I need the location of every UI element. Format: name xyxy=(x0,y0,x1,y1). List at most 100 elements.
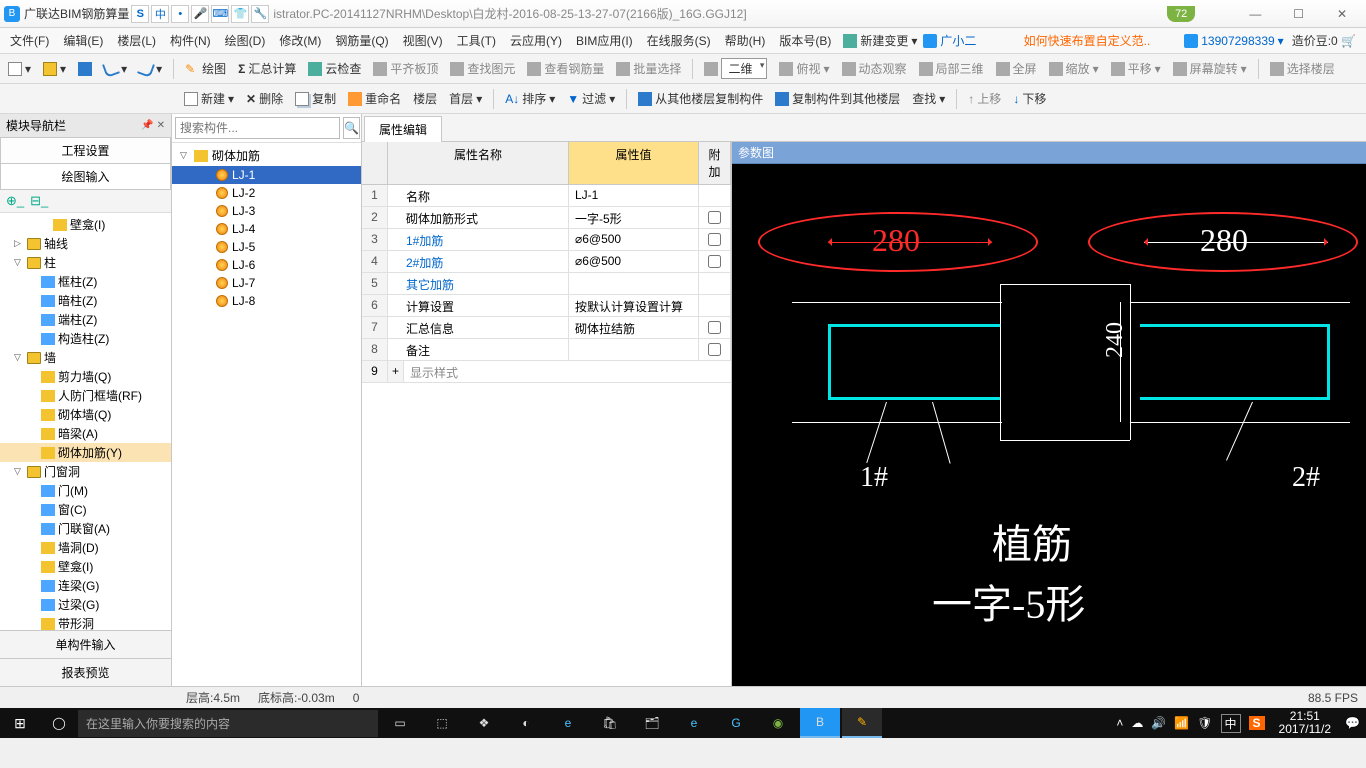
nav-tree-item[interactable]: 暗梁(A) xyxy=(0,424,171,443)
menu-draw[interactable]: 绘图(D) xyxy=(219,29,272,52)
move-up-button[interactable]: ↑ 上移 xyxy=(964,88,1005,109)
comp-tree-item[interactable]: LJ-5 xyxy=(172,238,361,256)
menu-cloud[interactable]: 云应用(Y) xyxy=(504,29,568,52)
fullscreen-button[interactable]: 全屏 xyxy=(992,58,1041,79)
redo-button[interactable]: ▾ xyxy=(135,60,166,78)
prop-add-checkbox[interactable] xyxy=(708,211,721,224)
open-file-button[interactable]: ▾ xyxy=(39,60,70,78)
comp-tree-item[interactable]: LJ-3 xyxy=(172,202,361,220)
nav-tree-item[interactable]: ▷轴线 xyxy=(0,234,171,253)
prop-add-checkbox[interactable] xyxy=(708,255,721,268)
comp-tree-root[interactable]: ▽砌体加筋 xyxy=(172,145,361,166)
nav-tree-item[interactable]: 连梁(G) xyxy=(0,576,171,595)
taskbar-store-icon[interactable]: 🛍 xyxy=(590,708,630,738)
nav-tree-item[interactable]: 带形洞 xyxy=(0,614,171,630)
start-button[interactable]: ⊞ xyxy=(0,715,40,732)
floor-first-dropdown[interactable]: 首层 ▾ xyxy=(445,88,486,109)
tray-shield-icon[interactable]: 🛡 xyxy=(1197,716,1212,730)
property-row[interactable]: 8备注 xyxy=(362,339,731,361)
menu-component[interactable]: 构件(N) xyxy=(164,29,217,52)
tray-ime-cn[interactable]: 中 xyxy=(1221,714,1241,733)
ime-skin-icon[interactable]: 👕 xyxy=(231,5,249,23)
nav-tree[interactable]: 壁龛(I)▷轴线▽柱框柱(Z)暗柱(Z)端柱(Z)构造柱(Z)▽墙剪力墙(Q)人… xyxy=(0,213,171,630)
comp-rename-button[interactable]: 重命名 xyxy=(344,88,405,109)
screen-rotate-button[interactable]: 屏幕旋转 ▾ xyxy=(1169,58,1251,79)
close-button[interactable]: ✕ xyxy=(1322,7,1362,21)
nav-tree-item[interactable]: 构造柱(Z) xyxy=(0,329,171,348)
search-icon[interactable]: 🔍 xyxy=(343,117,360,139)
comp-tree-item[interactable]: LJ-2 xyxy=(172,184,361,202)
nav-tree-item[interactable]: 门(M) xyxy=(0,481,171,500)
taskbar-app-note[interactable]: ✎ xyxy=(842,708,882,738)
property-row[interactable]: 31#加筋⌀6@500 xyxy=(362,229,731,251)
comp-copy-button[interactable]: 复制 xyxy=(291,88,340,109)
prop-add-checkbox[interactable] xyxy=(708,233,721,246)
save-button[interactable] xyxy=(74,60,96,78)
tray-notifications-icon[interactable]: 💬 xyxy=(1345,716,1360,730)
view-2d-dropdown[interactable]: 二维 xyxy=(700,56,771,81)
nav-tree-item[interactable]: ▽柱 xyxy=(0,253,171,272)
taskbar-app-2[interactable]: ❖ xyxy=(464,708,504,738)
menu-edit[interactable]: 编辑(E) xyxy=(57,29,109,52)
dynamic-view-button[interactable]: 动态观察 xyxy=(838,58,911,79)
menu-modify[interactable]: 修改(M) xyxy=(273,29,327,52)
find-graph-button[interactable]: 查找图元 xyxy=(446,58,519,79)
component-search-input[interactable] xyxy=(175,117,340,139)
tab-property-edit[interactable]: 属性编辑 xyxy=(364,116,442,142)
minimize-button[interactable]: — xyxy=(1235,7,1275,21)
tab-draw-input[interactable]: 绘图输入 xyxy=(0,163,171,190)
taskbar-app-8[interactable]: G xyxy=(716,708,756,738)
menu-help[interactable]: 帮助(H) xyxy=(719,29,772,52)
find-comp-button[interactable]: 查找 ▾ xyxy=(908,88,949,109)
filter-button[interactable]: ▼ 过滤 ▾ xyxy=(563,88,619,109)
tip-link[interactable]: 如何快速布置自定义范.. xyxy=(1024,32,1151,49)
comp-tree-item[interactable]: LJ-6 xyxy=(172,256,361,274)
nav-tree-item[interactable]: 框柱(Z) xyxy=(0,272,171,291)
ime-cn-icon[interactable]: 中 xyxy=(151,5,169,23)
property-row[interactable]: 2砌体加筋形式一字-5形 xyxy=(362,207,731,229)
new-file-button[interactable]: ▾ xyxy=(4,60,35,78)
expand-style-button[interactable]: + xyxy=(388,361,404,382)
tab-report-preview[interactable]: 报表预览 xyxy=(0,658,171,686)
menu-view[interactable]: 视图(V) xyxy=(397,29,449,52)
cloud-check-button[interactable]: 云检查 xyxy=(304,58,365,79)
comp-tree-item[interactable]: LJ-7 xyxy=(172,274,361,292)
topview-button[interactable]: 俯视 ▾ xyxy=(775,58,833,79)
tab-single-input[interactable]: 单构件输入 xyxy=(0,630,171,658)
move-down-button[interactable]: ↓ 下移 xyxy=(1009,88,1050,109)
prop-add-checkbox[interactable] xyxy=(708,321,721,334)
taskbar-ie-icon[interactable]: e xyxy=(674,708,714,738)
menu-floor[interactable]: 楼层(L) xyxy=(111,29,162,52)
select-floor-button[interactable]: 选择楼层 xyxy=(1266,58,1339,79)
maximize-button[interactable]: ☐ xyxy=(1279,7,1319,21)
property-row[interactable]: 6计算设置按默认计算设置计算 xyxy=(362,295,731,317)
pan-button[interactable]: 平移 ▾ xyxy=(1107,58,1165,79)
ime-punct-icon[interactable]: • xyxy=(171,5,189,23)
prop-add-checkbox[interactable] xyxy=(708,343,721,356)
task-view-icon[interactable]: ▭ xyxy=(380,708,420,738)
taskbar-edge-icon[interactable]: e xyxy=(548,708,588,738)
menu-online[interactable]: 在线服务(S) xyxy=(641,29,717,52)
batch-select-button[interactable]: 批量选择 xyxy=(612,58,685,79)
tray-ime-s[interactable]: S xyxy=(1249,716,1265,730)
property-row[interactable]: 5其它加筋 xyxy=(362,273,731,295)
ime-mic-icon[interactable]: 🎤 xyxy=(191,5,209,23)
pin-icon[interactable]: 📌 ✕ xyxy=(141,120,165,131)
cortana-icon[interactable]: ◯ xyxy=(42,716,76,730)
user-phone[interactable]: 13907298339 ▾ xyxy=(1184,34,1283,48)
taskbar-explorer-icon[interactable]: 🗂 xyxy=(632,708,672,738)
tray-cloud-icon[interactable]: ☁ xyxy=(1131,716,1143,730)
zoom-button[interactable]: 缩放 ▾ xyxy=(1045,58,1103,79)
copy-to-floor-button[interactable]: 复制构件到其他楼层 xyxy=(771,88,904,109)
nav-tree-item[interactable]: 墙洞(D) xyxy=(0,538,171,557)
menu-rebar[interactable]: 钢筋量(Q) xyxy=(329,29,394,52)
taskbar-app-3[interactable]: ◐ xyxy=(506,708,546,738)
undo-button[interactable]: ▾ xyxy=(100,60,131,78)
price-bean[interactable]: 造价豆:0 🛒 xyxy=(1286,29,1362,52)
nav-tree-item[interactable]: 壁龛(I) xyxy=(0,215,171,234)
ime-keyboard-icon[interactable]: ⌨ xyxy=(211,5,229,23)
score-badge[interactable]: 72 xyxy=(1167,6,1195,22)
nav-tree-item[interactable]: 人防门框墙(RF) xyxy=(0,386,171,405)
comp-tree-item[interactable]: LJ-4 xyxy=(172,220,361,238)
tray-clock[interactable]: 21:512017/11/2 xyxy=(1273,710,1338,736)
